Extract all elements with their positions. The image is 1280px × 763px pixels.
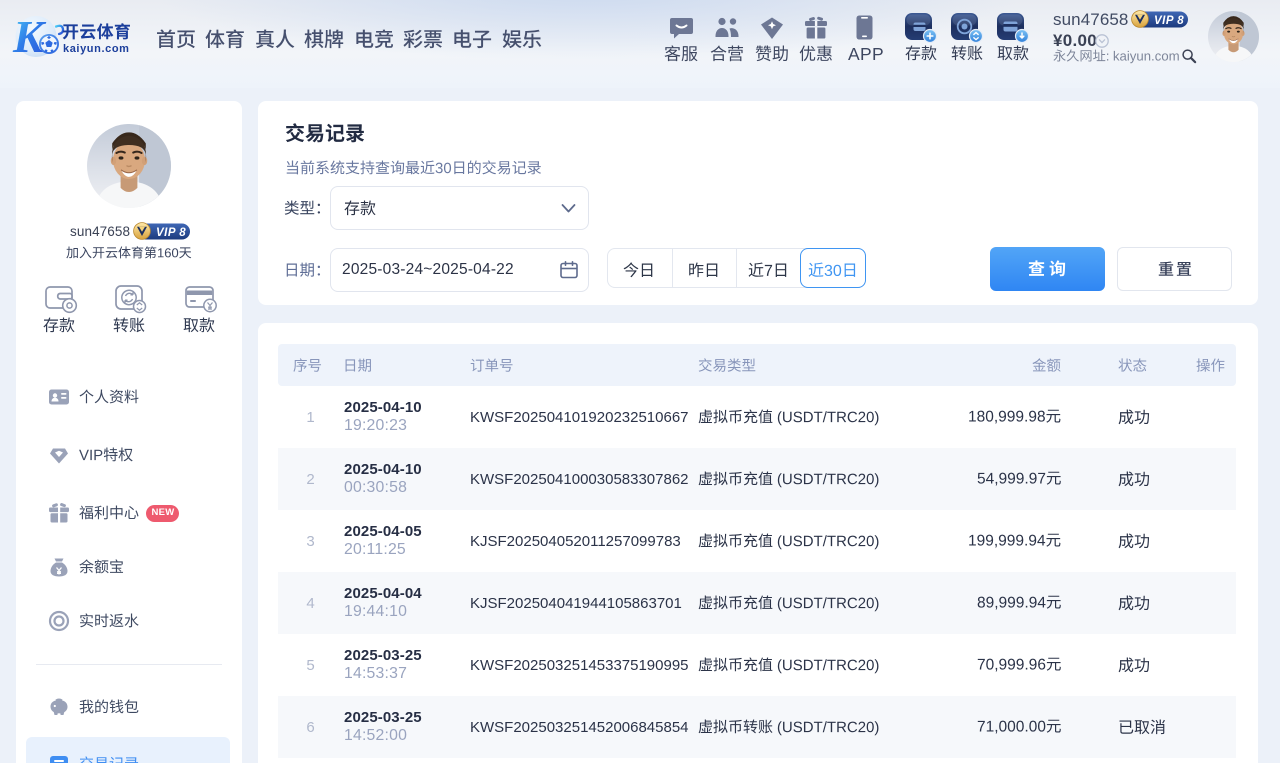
svg-text:K: K <box>12 11 47 62</box>
svg-text:VIP 8: VIP 8 <box>156 227 186 239</box>
svg-text:VIP 8: VIP 8 <box>1154 15 1184 27</box>
